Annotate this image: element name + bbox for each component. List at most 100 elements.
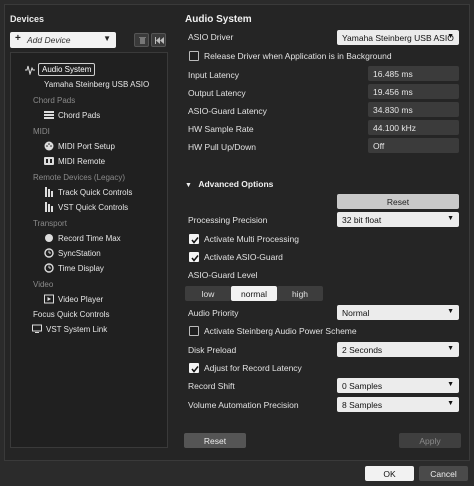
clock-icon: [44, 248, 54, 258]
disk-preload-label: Disk Preload: [188, 345, 237, 355]
tree-item-label: SyncStation: [58, 249, 101, 258]
category-chord-pads: Chord Pads: [33, 96, 76, 105]
chevron-down-icon: ▼: [447, 215, 454, 222]
asio-driver-value: Yamaha Steinberg USB ASIO: [342, 33, 454, 43]
level-normal-button[interactable]: normal: [231, 286, 277, 301]
checkmark-icon: [191, 237, 199, 244]
disk-preload-select[interactable]: 2 Seconds ▼: [337, 342, 459, 357]
record-icon: [45, 234, 53, 242]
clock-icon: [44, 263, 54, 273]
asio-driver-select[interactable]: Yamaha Steinberg USB ASIO ▼: [337, 30, 459, 45]
tree-item-label: Time Display: [58, 264, 104, 273]
tree-item-label: Chord Pads: [58, 111, 101, 120]
quick-controls-icon: [45, 187, 53, 197]
chevron-down-icon: ▼: [447, 308, 454, 315]
tree-item-label: MIDI Port Setup: [58, 142, 115, 151]
waveform-icon: [25, 65, 35, 75]
record-shift-select[interactable]: 0 Samples ▼: [337, 378, 459, 393]
apply-button[interactable]: Apply: [399, 433, 461, 448]
asio-guard-latency-label: ASIO-Guard Latency: [188, 106, 267, 116]
add-device-label: Add Device: [27, 35, 71, 45]
devices-title: Devices: [10, 14, 45, 24]
asio-guard-level-label: ASIO-Guard Level: [188, 270, 258, 280]
rewind-icon: [155, 37, 164, 44]
device-tree: Audio System Yamaha Steinberg USB ASIO C…: [10, 52, 168, 448]
tree-item-label: Video Player: [58, 295, 104, 304]
audio-priority-value: Normal: [342, 308, 370, 318]
chord-pads-icon: [44, 111, 54, 119]
input-latency-value: 16.485 ms: [368, 66, 459, 81]
audio-priority-label: Audio Priority: [188, 308, 239, 318]
activate-asio-guard-label: Activate ASIO-Guard: [204, 252, 283, 262]
category-midi: MIDI: [33, 127, 50, 136]
chevron-down-icon: ▼: [447, 381, 454, 388]
adjust-record-label: Adjust for Record Latency: [204, 363, 302, 373]
page-title: Audio System: [185, 14, 252, 25]
tree-item-label: Focus Quick Controls: [33, 310, 110, 319]
activate-power-label: Activate Steinberg Audio Power Scheme: [204, 326, 357, 336]
volume-precision-value: 8 Samples: [342, 400, 383, 410]
activate-multi-checkbox[interactable]: [189, 234, 199, 244]
release-driver-label: Release Driver when Application is in Ba…: [204, 51, 392, 61]
input-latency-label: Input Latency: [188, 70, 240, 80]
asio-guard-latency-value: 34.830 ms: [368, 102, 459, 117]
audio-priority-select[interactable]: Normal ▼: [337, 305, 459, 320]
chevron-down-icon: ▼: [447, 400, 454, 407]
output-latency-label: Output Latency: [188, 88, 246, 98]
asio-driver-label: ASIO Driver: [188, 32, 234, 42]
activate-power-checkbox[interactable]: [189, 326, 199, 336]
remove-device-button[interactable]: [134, 33, 149, 47]
midi-port-icon: [44, 141, 54, 151]
advanced-options-toggle[interactable]: ▼ Advanced Options: [185, 179, 273, 189]
disk-preload-value: 2 Seconds: [342, 345, 383, 355]
output-latency-value: 19.456 ms: [368, 84, 459, 99]
processing-precision-select[interactable]: 32 bit float ▼: [337, 212, 459, 227]
quick-controls-icon: [45, 202, 53, 212]
hw-sample-rate-value: 44.100 kHz: [368, 120, 459, 135]
chevron-down-icon: ▼: [447, 345, 454, 352]
cancel-button[interactable]: Cancel: [419, 466, 468, 481]
activate-asio-guard-checkbox[interactable]: [189, 252, 199, 262]
video-icon: [44, 294, 54, 304]
category-video: Video: [33, 280, 54, 289]
release-driver-checkbox[interactable]: [189, 51, 199, 61]
chevron-down-icon: ▼: [447, 33, 454, 40]
trash-icon: [139, 37, 146, 44]
tree-item-label: MIDI Remote: [58, 157, 106, 166]
devices-pane: Devices + Add Device ▼ Audio System Yama…: [8, 8, 172, 452]
reset-device-button[interactable]: [151, 33, 166, 47]
volume-precision-label: Volume Automation Precision: [188, 400, 299, 410]
hw-pull-value: Off: [368, 138, 459, 153]
chevron-down-icon: ▼: [103, 34, 111, 43]
volume-precision-select[interactable]: 8 Samples ▼: [337, 397, 459, 412]
ok-button[interactable]: OK: [365, 466, 414, 481]
reset-button[interactable]: Reset: [184, 433, 246, 448]
hw-pull-label: HW Pull Up/Down: [188, 142, 257, 152]
tree-item-label: Track Quick Controls: [58, 188, 133, 197]
hw-sample-rate-label: HW Sample Rate: [188, 124, 254, 134]
advanced-options-title: Advanced Options: [198, 179, 274, 189]
triangle-down-icon: ▼: [185, 182, 192, 189]
plus-icon: +: [15, 33, 21, 44]
level-high-button[interactable]: high: [277, 286, 323, 301]
tree-item-label: Audio System: [38, 63, 96, 76]
add-device-dropdown[interactable]: + Add Device ▼: [10, 32, 116, 48]
level-low-button[interactable]: low: [185, 286, 231, 301]
category-transport: Transport: [33, 219, 67, 228]
tree-item-label: VST Quick Controls: [58, 203, 129, 212]
tree-item-audio-system[interactable]: Audio System: [25, 63, 145, 77]
category-remote-devices: Remote Devices (Legacy): [33, 173, 126, 182]
checkmark-icon: [191, 366, 199, 373]
processing-precision-label: Processing Precision: [188, 215, 268, 225]
activate-multi-label: Activate Multi Processing: [204, 234, 299, 244]
midi-remote-icon: [44, 157, 54, 165]
tree-item-label: VST System Link: [46, 325, 108, 334]
tree-item-label: Record Time Max: [58, 234, 121, 243]
monitor-icon: [32, 324, 42, 333]
record-shift-label: Record Shift: [188, 381, 235, 391]
checkmark-icon: [191, 255, 199, 262]
record-shift-value: 0 Samples: [342, 381, 383, 391]
tree-item-label: Yamaha Steinberg USB ASIO: [44, 80, 150, 89]
advanced-reset-button[interactable]: Reset: [337, 194, 459, 209]
adjust-record-checkbox[interactable]: [189, 363, 199, 373]
